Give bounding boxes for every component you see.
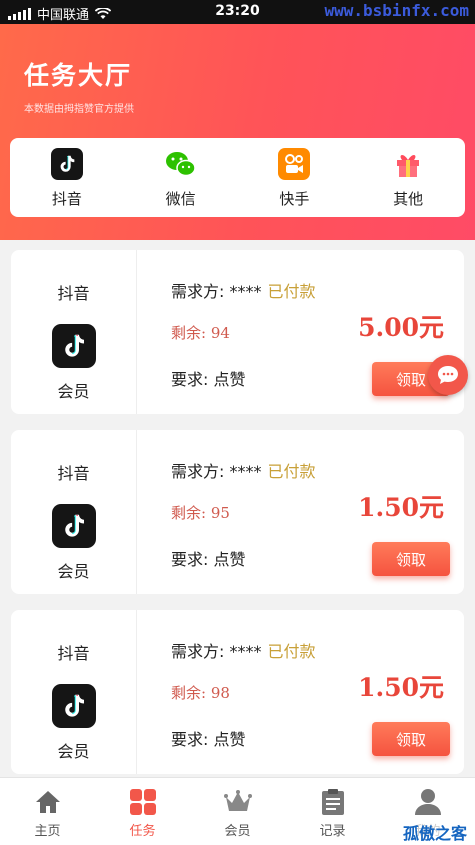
category-douyin[interactable]: 抖音	[10, 138, 124, 217]
kuaishou-icon	[278, 148, 311, 180]
home-icon	[33, 788, 63, 816]
watermark-top: www.bsbinfx.com	[324, 1, 470, 20]
wechat-icon	[165, 148, 197, 180]
category-kuaishou[interactable]: 快手	[238, 138, 352, 217]
page-title: 任务大厅	[24, 61, 133, 90]
task-card: 抖音 会员 需求方: **** 已付款 剩余: 94 5.00元 要求: 点赞 领…	[11, 250, 464, 414]
tiktok-icon	[51, 324, 96, 368]
task-requester-line: 需求方: **** 已付款	[171, 278, 316, 302]
task-price: 1.50元	[358, 493, 444, 522]
tiktok-icon	[51, 684, 96, 728]
task-requester: 需求方: ****	[171, 642, 262, 661]
task-platform: 抖音	[57, 644, 90, 663]
crown-icon	[223, 788, 253, 816]
task-remaining: 剩余: 95	[171, 504, 230, 522]
task-remaining: 剩余: 98	[171, 684, 230, 702]
task-requirement: 要求: 点赞	[171, 550, 246, 569]
tasks-icon	[128, 788, 158, 816]
task-requester: 需求方: ****	[171, 462, 262, 481]
tab-home[interactable]: 主页	[0, 778, 95, 845]
tab-label: 任务	[129, 824, 156, 839]
claim-button[interactable]: 领取	[372, 542, 450, 576]
clipboard-icon	[318, 788, 348, 816]
tiktok-icon	[51, 504, 96, 548]
task-member-level: 会员	[57, 562, 90, 581]
category-wechat[interactable]: 微信	[124, 138, 238, 217]
task-member-level: 会员	[57, 742, 90, 761]
task-member-level: 会员	[57, 382, 90, 401]
category-panel: 抖音 微信 快手 其他	[10, 138, 465, 217]
task-requester: 需求方: ****	[171, 282, 262, 301]
task-paid-status: 已付款	[267, 462, 316, 481]
category-label: 抖音	[51, 190, 82, 208]
task-requester-line: 需求方: **** 已付款	[171, 638, 316, 662]
chat-bubble-button[interactable]	[428, 355, 468, 395]
task-price: 5.00元	[358, 313, 444, 342]
task-details: 需求方: **** 已付款 剩余: 95 1.50元 要求: 点赞 领取	[171, 430, 464, 594]
gift-icon	[392, 148, 424, 180]
task-requirement: 要求: 点赞	[171, 730, 246, 749]
category-label: 其他	[393, 190, 424, 208]
tab-label: 会员	[224, 824, 251, 839]
task-details: 需求方: **** 已付款 剩余: 98 1.50元 要求: 点赞 领取	[171, 610, 464, 774]
claim-button[interactable]: 领取	[372, 722, 450, 756]
page-subtitle: 本数据由拇指赞官方提供	[24, 104, 134, 115]
task-paid-status: 已付款	[267, 282, 316, 301]
chat-icon	[438, 366, 458, 384]
task-requirement: 要求: 点赞	[171, 370, 246, 389]
tab-tasks[interactable]: 任务	[95, 778, 190, 845]
task-platform: 抖音	[57, 284, 90, 303]
user-icon	[413, 788, 443, 816]
tab-label: 主页	[34, 824, 61, 839]
task-details: 需求方: **** 已付款 剩余: 94 5.00元 要求: 点赞 领取	[171, 250, 464, 414]
task-platform-panel: 抖音 会员	[11, 430, 137, 594]
task-price: 1.50元	[358, 673, 444, 702]
category-label: 微信	[165, 190, 196, 208]
task-platform-panel: 抖音 会员	[11, 250, 137, 414]
category-label: 快手	[279, 190, 310, 208]
task-platform: 抖音	[57, 464, 90, 483]
task-card: 抖音 会员 需求方: **** 已付款 剩余: 95 1.50元 要求: 点赞 领…	[11, 430, 464, 594]
tab-label: 记录	[319, 824, 346, 839]
tiktok-icon	[50, 148, 83, 180]
tab-member[interactable]: 会员	[190, 778, 285, 845]
task-remaining: 剩余: 94	[171, 324, 230, 342]
tab-records[interactable]: 记录	[285, 778, 380, 845]
task-card: 抖音 会员 需求方: **** 已付款 剩余: 98 1.50元 要求: 点赞 领…	[11, 610, 464, 774]
task-platform-panel: 抖音 会员	[11, 610, 137, 774]
category-other[interactable]: 其他	[351, 138, 465, 217]
watermark-bottom: 孤傲之客	[400, 820, 469, 844]
task-requester-line: 需求方: **** 已付款	[171, 458, 316, 482]
task-paid-status: 已付款	[267, 642, 316, 661]
